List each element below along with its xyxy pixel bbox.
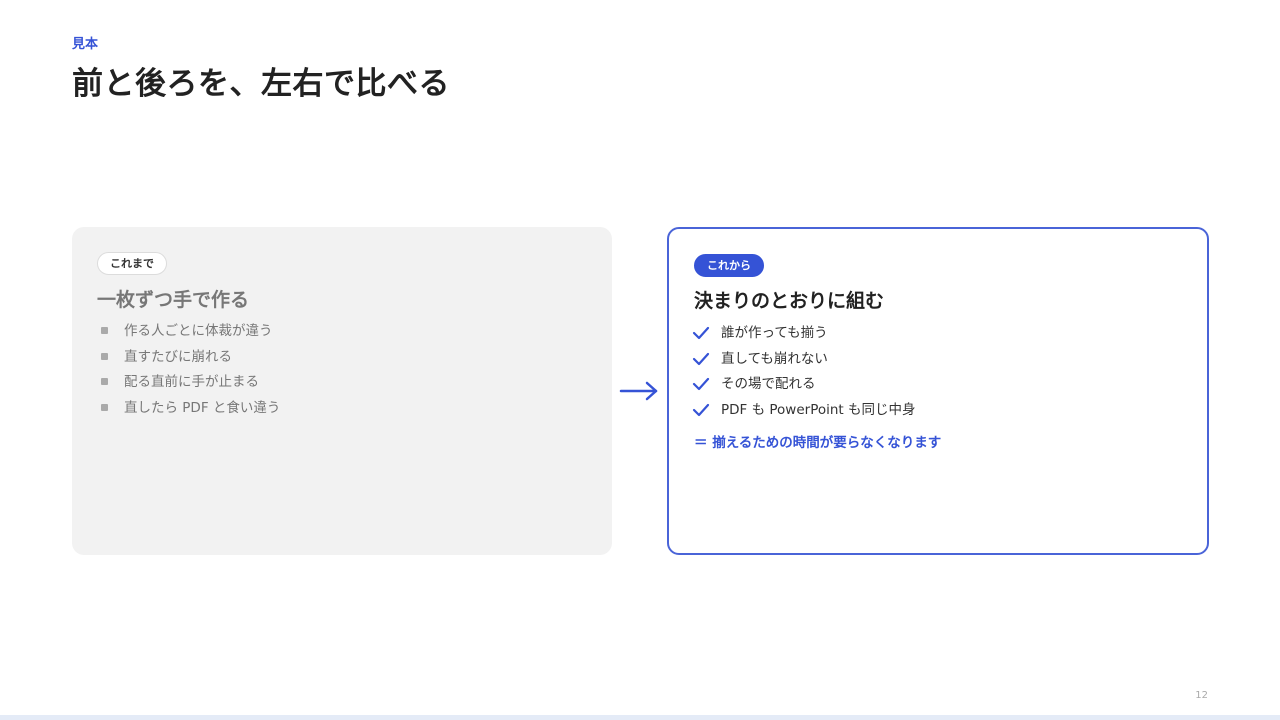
before-item-text: 配る直前に手が止まる: [124, 374, 259, 391]
check-icon: [692, 326, 710, 340]
right-arrow-icon: [619, 381, 658, 401]
check-icon: [692, 403, 710, 417]
after-list: 誰が作っても揃う 直しても崩れない その場で配れる PDF も PowerPoi…: [692, 323, 916, 426]
after-emphasis: ＝ 揃えるための時間が要らなくなります: [694, 435, 942, 451]
after-badge: これから: [694, 254, 764, 277]
before-item-text: 作る人ごとに体裁が違う: [124, 323, 273, 339]
after-item-text: その場で配れる: [721, 376, 816, 393]
before-list-item: 配る直前に手が止まる: [97, 372, 280, 398]
square-bullet-icon: [101, 378, 108, 386]
after-card: これから 決まりのとおりに組む 誰が作っても揃う 直しても崩れない その場で配れ…: [667, 227, 1209, 555]
check-icon: [692, 352, 710, 365]
after-list-item: 誰が作っても揃う: [692, 323, 916, 349]
after-heading: 決まりのとおりに組む: [694, 290, 885, 312]
bottom-bar: [0, 715, 1280, 720]
before-list-item: 作る人ごとに体裁が違う: [97, 321, 280, 347]
square-bullet-icon: [101, 327, 108, 334]
before-list-item: 直したら PDF と食い違う: [97, 398, 280, 424]
before-item-text: 直すたびに崩れる: [124, 348, 232, 365]
after-list-item: 直しても崩れない: [692, 349, 916, 375]
after-item-text: 誰が作っても揃う: [721, 325, 828, 341]
slide-title: 前と後ろを、左右で比べる: [72, 66, 450, 102]
before-heading: 一枚ずつ手で作る: [97, 289, 250, 311]
square-bullet-icon: [101, 352, 108, 360]
after-item-text: PDF も PowerPoint も同じ中身: [721, 402, 916, 419]
after-list-item: PDF も PowerPoint も同じ中身: [692, 400, 916, 426]
check-icon: [692, 378, 710, 391]
before-card: これまで 一枚ずつ手で作る 作る人ごとに体裁が違う 直すたびに崩れる 配る直前に…: [72, 227, 612, 555]
after-list-item: その場で配れる: [692, 374, 916, 400]
before-list: 作る人ごとに体裁が違う 直すたびに崩れる 配る直前に手が止まる 直したら PDF…: [97, 321, 280, 424]
before-badge: これまで: [97, 252, 167, 275]
slide-eyebrow: 見本: [72, 37, 99, 52]
after-item-text: 直しても崩れない: [721, 350, 828, 367]
before-list-item: 直すたびに崩れる: [97, 347, 280, 373]
square-bullet-icon: [101, 404, 108, 412]
before-item-text: 直したら PDF と食い違う: [124, 400, 281, 417]
page-number: 12: [1195, 690, 1208, 701]
